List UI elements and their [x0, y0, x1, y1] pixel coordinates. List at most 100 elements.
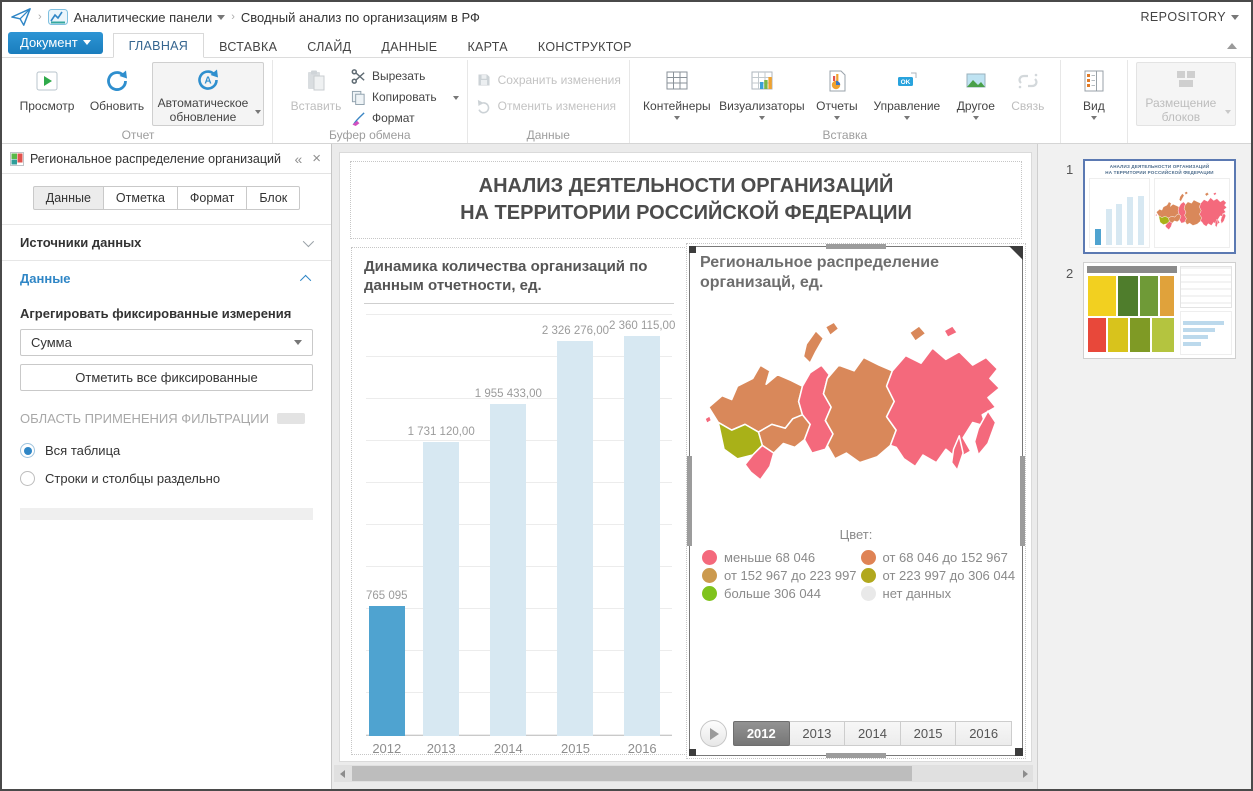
- selection-corner-top-left[interactable]: [689, 246, 696, 253]
- tab-vstavka[interactable]: ВСТАВКА: [204, 35, 292, 58]
- russia-choropleth-map[interactable]: [703, 297, 1009, 525]
- format-button[interactable]: Формат: [351, 109, 459, 127]
- save-changes-button[interactable]: Сохранить изменения: [476, 71, 621, 89]
- radio-on-icon[interactable]: [20, 443, 35, 458]
- selection-handle-top[interactable]: [826, 244, 886, 249]
- link-button[interactable]: Связь: [1004, 62, 1052, 114]
- paste-button[interactable]: Вставить: [281, 62, 351, 114]
- timeline-year-button[interactable]: 2014: [844, 721, 901, 746]
- containers-button[interactable]: Контейнеры: [638, 62, 716, 120]
- tab-karta[interactable]: КАРТА: [452, 35, 522, 58]
- other-icon: [963, 65, 989, 97]
- cut-button[interactable]: Вырезать: [351, 67, 459, 85]
- auto-refresh-toggle[interactable]: A Автоматическое обновление: [152, 62, 264, 126]
- map-legend: меньше 68 046 от 68 046 до 152 967 от 152 …: [700, 550, 1015, 601]
- radio-off-icon[interactable]: [20, 471, 35, 486]
- tab-glavnaya[interactable]: ГЛАВНАЯ: [112, 33, 205, 58]
- bar[interactable]: [557, 340, 594, 736]
- scroll-right-arrow[interactable]: [1017, 765, 1033, 782]
- selection-corner-bottom-right[interactable]: [1015, 748, 1023, 756]
- side-tab-format[interactable]: Формат: [177, 186, 248, 210]
- other-label: Другое: [956, 99, 995, 113]
- bar[interactable]: [423, 441, 460, 736]
- side-tab-data[interactable]: Данные: [32, 186, 104, 210]
- bar-column[interactable]: 2 326 276,00 2015: [542, 310, 609, 762]
- bar-chart-block[interactable]: Динамика количества организаций по данны…: [351, 247, 687, 756]
- pages-panel: 1 АНАЛИЗ ДЕЯТЕЛЬНОСТИ ОРГАНИЗАЦИЙ НА ТЕР…: [1037, 144, 1251, 789]
- document-menu-button[interactable]: Документ: [8, 32, 103, 54]
- refresh-button[interactable]: Обновить: [82, 62, 152, 114]
- bar[interactable]: [490, 403, 527, 736]
- app-logo-icon[interactable]: [10, 7, 32, 27]
- thumb2-treemap-tile: [1139, 275, 1159, 317]
- selection-corner-top-right[interactable]: [1009, 246, 1023, 260]
- scrollbar-thumb[interactable]: [352, 766, 912, 781]
- containers-caret: [673, 115, 680, 120]
- containers-icon: [664, 65, 690, 97]
- legend-label: меньше 68 046: [724, 550, 816, 565]
- collapse-ribbon-arrow[interactable]: [1227, 43, 1237, 49]
- format-brush-icon: [352, 111, 365, 126]
- reports-button[interactable]: Отчеты: [808, 62, 866, 120]
- visualizers-button[interactable]: Визуализаторы: [716, 62, 808, 120]
- repository-label[interactable]: REPOSITORY: [1140, 10, 1226, 24]
- bar-column[interactable]: 1 731 120,00 2013: [408, 310, 475, 762]
- blocks-layout-caret: [1224, 110, 1231, 115]
- bar-column[interactable]: 1 955 433,00 2014: [475, 310, 542, 762]
- bar[interactable]: [368, 605, 405, 736]
- map-block-selected[interactable]: Региональное распределение организацй, е…: [687, 244, 1025, 758]
- breadcrumb-panels[interactable]: Аналитические панели: [74, 10, 213, 25]
- selection-handle-left[interactable]: [687, 456, 692, 546]
- repository-caret[interactable]: [1231, 14, 1239, 20]
- tab-slide[interactable]: СЛАЙД: [292, 35, 366, 58]
- bar[interactable]: [624, 335, 661, 736]
- selection-handle-right[interactable]: [1020, 456, 1025, 546]
- panel-collapse-icon[interactable]: «: [294, 151, 302, 167]
- application-window: › Аналитические панели › Сводный анализ …: [0, 0, 1253, 791]
- aggregate-select[interactable]: Сумма: [20, 329, 313, 356]
- blocks-layout-button[interactable]: Размещение блоков: [1135, 62, 1236, 126]
- bar-column[interactable]: 765 095 2012: [366, 310, 408, 762]
- side-tab-mark[interactable]: Отметка: [103, 186, 178, 210]
- other-button[interactable]: Другое: [948, 62, 1004, 120]
- view-button[interactable]: Вид: [1069, 62, 1119, 120]
- ribbon-group-data: Сохранить изменения Отменить изменения Д…: [466, 60, 629, 143]
- mark-all-fixed-button[interactable]: Отметить все фиксированные: [20, 364, 313, 391]
- canvas-horizontal-scrollbar[interactable]: [334, 765, 1033, 782]
- legend-swatch: [702, 586, 717, 601]
- timeline-year-button[interactable]: 2013: [788, 721, 846, 746]
- section-data-label: Данные: [20, 271, 71, 286]
- selection-corner-bottom-left[interactable]: [689, 749, 696, 756]
- timeline-play-button[interactable]: [700, 720, 727, 747]
- copy-dropdown-caret[interactable]: [452, 96, 459, 100]
- undo-changes-button[interactable]: Отменить изменения: [476, 97, 621, 115]
- dashboard-title-line1: АНАЛИЗ ДЕЯТЕЛЬНОСТИ ОРГАНИЗАЦИЙ: [478, 175, 894, 197]
- radio-rows-cols[interactable]: Строки и столбцы раздельно: [2, 458, 331, 486]
- page-thumbnail-2[interactable]: [1083, 262, 1236, 359]
- dashboard-canvas: АНАЛИЗ ДЕЯТЕЛЬНОСТИ ОРГАНИЗАЦИЙ НА ТЕРРИ…: [332, 144, 1037, 789]
- section-data-sources[interactable]: Источники данных: [2, 225, 331, 260]
- timeline-year-button[interactable]: 2016: [955, 721, 1012, 746]
- selection-handle-bottom[interactable]: [826, 753, 886, 758]
- auto-refresh-label: Автоматическое обновление: [157, 96, 249, 125]
- breadcrumb-dropdown-caret[interactable]: [217, 14, 226, 20]
- timeline-year-button[interactable]: 2012: [733, 721, 790, 746]
- radio-whole-table[interactable]: Вся таблица: [2, 430, 331, 458]
- breadcrumb-separator: ›: [231, 11, 235, 23]
- management-button[interactable]: OK Управление: [866, 62, 948, 120]
- bar-category-label: 2014: [493, 741, 523, 756]
- scroll-left-arrow[interactable]: [334, 765, 350, 782]
- timeline-year-button[interactable]: 2015: [899, 721, 957, 746]
- breadcrumb-document[interactable]: Сводный анализ по организациям в РФ: [241, 10, 480, 25]
- copy-button[interactable]: Копировать: [351, 88, 459, 106]
- section-data[interactable]: Данные: [2, 261, 331, 296]
- page-thumbnail-1[interactable]: АНАЛИЗ ДЕЯТЕЛЬНОСТИ ОРГАНИЗАЦИЙ НА ТЕРРИ…: [1083, 159, 1236, 254]
- bar-column[interactable]: 2 360 115,00 2016: [609, 310, 675, 762]
- tab-dannye[interactable]: ДАННЫЕ: [366, 35, 452, 58]
- dashboard-title-block[interactable]: АНАЛИЗ ДЕЯТЕЛЬНОСТИ ОРГАНИЗАЦИЙ НА ТЕРРИ…: [350, 161, 1022, 239]
- panel-close-icon[interactable]: ×: [312, 150, 321, 167]
- preview-button[interactable]: Просмотр: [12, 62, 82, 114]
- thumb1-title-line2: НА ТЕРРИТОРИИ РОССИЙСКОЙ ФЕДЕРАЦИИ: [1105, 169, 1214, 175]
- tab-konstruktor[interactable]: КОНСТРУКТОР: [523, 35, 647, 58]
- side-tab-block[interactable]: Блок: [247, 186, 301, 210]
